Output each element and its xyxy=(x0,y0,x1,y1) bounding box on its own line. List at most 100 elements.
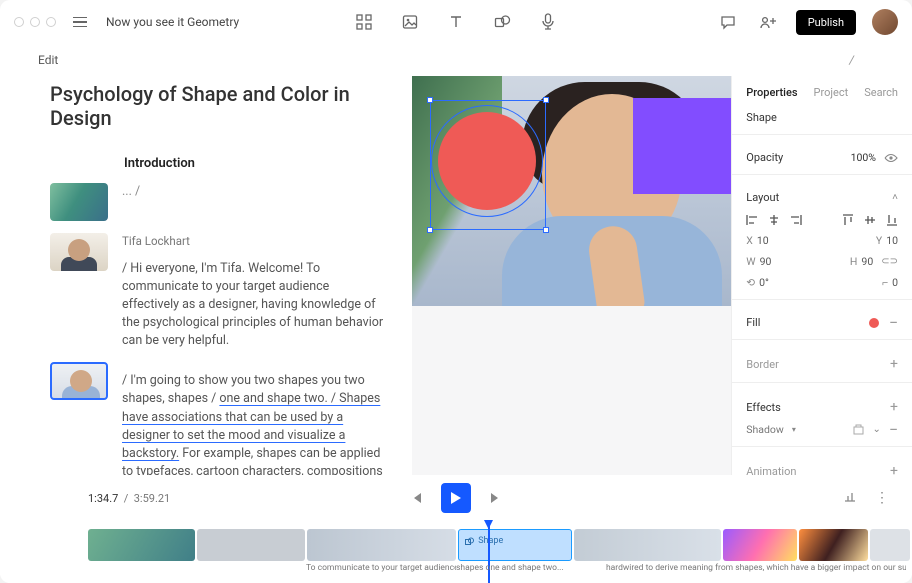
playhead[interactable] xyxy=(488,521,490,583)
timeline[interactable]: Shape To communicate to your target audi… xyxy=(0,521,912,583)
cursor-marker: ... / xyxy=(122,184,140,199)
align-bottom-icon[interactable] xyxy=(886,214,898,226)
align-right-icon[interactable] xyxy=(790,214,802,226)
chevron-down-icon[interactable]: ▾ xyxy=(792,425,796,434)
time-current: 1:34.7 xyxy=(88,492,118,505)
page-title: Psychology of Shape and Color in Design xyxy=(50,82,388,130)
corner-input[interactable]: 0 xyxy=(892,276,898,289)
time-total: 3:59.21 xyxy=(134,492,170,505)
share-icon[interactable] xyxy=(756,10,780,34)
toolbar-right: Publish xyxy=(716,9,898,35)
window-controls[interactable] xyxy=(14,17,56,27)
fill-section: Fill − xyxy=(732,299,912,339)
traffic-min[interactable] xyxy=(30,17,40,27)
x-input[interactable]: 10 xyxy=(757,234,769,247)
clip-thumb[interactable] xyxy=(50,233,108,271)
timeline-clip[interactable] xyxy=(723,529,797,561)
align-top-icon[interactable] xyxy=(842,214,854,226)
comment-icon[interactable] xyxy=(716,10,740,34)
border-section: Border + xyxy=(732,339,912,382)
mic-icon[interactable] xyxy=(536,10,560,34)
timeline-clip[interactable] xyxy=(799,529,869,561)
tab-search[interactable]: Search xyxy=(864,86,898,99)
timeline-captions: To communicate to your target audience..… xyxy=(88,563,912,573)
timeline-clip[interactable] xyxy=(197,529,304,561)
timeline-clip[interactable] xyxy=(870,529,910,561)
rotation-input[interactable]: 0° xyxy=(759,276,769,289)
align-center-h-icon[interactable] xyxy=(768,214,780,226)
app-window: Now you see it Geometry xyxy=(0,0,912,583)
rotate-icon: ⟲ xyxy=(746,276,755,289)
shape-section: Shape xyxy=(732,109,912,134)
opacity-label: Opacity xyxy=(746,151,783,164)
canvas[interactable] xyxy=(412,76,731,306)
edit-label[interactable]: Edit xyxy=(38,53,58,67)
shape-icon[interactable] xyxy=(490,10,514,34)
shape-circle-selected[interactable] xyxy=(438,112,536,210)
caption: To communicate to your target audience..… xyxy=(306,563,456,573)
effects-section: Effects + Shadow ▾ ⌄ − xyxy=(732,382,912,446)
play-bar: 1:34.7 / 3:59.21 ⋮ xyxy=(0,475,912,521)
text-icon[interactable] xyxy=(444,10,468,34)
menu-icon[interactable] xyxy=(68,10,92,34)
avatar[interactable] xyxy=(872,9,898,35)
clip-thumb-selected[interactable] xyxy=(50,362,108,400)
y-input[interactable]: 10 xyxy=(886,234,898,247)
inspector-tabs: Properties Project Search xyxy=(732,76,912,109)
clip-thumb[interactable] xyxy=(50,183,108,221)
opacity-section: Opacity 100% xyxy=(732,134,912,174)
border-label: Border xyxy=(746,358,779,371)
traffic-max[interactable] xyxy=(46,17,56,27)
effect-toggle-icon[interactable]: ⌄ xyxy=(872,424,880,435)
shadow-label[interactable]: Shadow xyxy=(746,423,784,436)
layout-grid-icon[interactable] xyxy=(352,10,376,34)
align-center-v-icon[interactable] xyxy=(864,214,876,226)
visibility-icon[interactable] xyxy=(884,153,898,163)
add-border-icon[interactable]: + xyxy=(890,356,898,372)
remove-effect-icon[interactable]: − xyxy=(889,426,898,434)
h-input[interactable]: 90 xyxy=(861,255,873,268)
effect-settings-icon[interactable] xyxy=(853,424,864,435)
inspector-panel: Properties Project Search Shape Opacity … xyxy=(731,76,912,475)
add-effect-icon[interactable]: + xyxy=(890,399,898,415)
publish-button[interactable]: Publish xyxy=(796,10,856,35)
timeline-clip[interactable] xyxy=(88,529,195,561)
script-block-3: / I'm going to show you two shapes you t… xyxy=(50,362,388,475)
edit-bar: Edit / xyxy=(0,44,912,76)
shape-square[interactable] xyxy=(633,98,731,194)
align-left-icon[interactable] xyxy=(746,214,758,226)
skip-forward-icon[interactable] xyxy=(489,491,503,505)
script-block-2: Tifa Lockhart / Hi everyone, I'm Tifa. W… xyxy=(50,233,388,350)
image-icon[interactable] xyxy=(398,10,422,34)
timeline-clip[interactable] xyxy=(307,529,456,561)
script-panel: Psychology of Shape and Color in Design … xyxy=(0,76,412,475)
tab-properties[interactable]: Properties xyxy=(746,86,797,99)
w-input[interactable]: 90 xyxy=(760,255,772,268)
script-block-1: ... / xyxy=(50,183,388,221)
chevron-up-icon[interactable]: ˄ xyxy=(892,192,898,203)
slash-command-hint[interactable]: / xyxy=(849,53,854,67)
shape-label: Shape xyxy=(746,111,898,124)
fill-swatch[interactable] xyxy=(869,318,879,328)
corner-icon: ⌐ xyxy=(882,276,888,289)
toolbar-center xyxy=(352,10,560,34)
link-icon[interactable]: ⊂⊃ xyxy=(881,256,898,267)
canvas-panel[interactable] xyxy=(412,76,731,475)
more-icon[interactable]: ⋮ xyxy=(875,490,890,506)
remove-fill-icon[interactable]: − xyxy=(889,319,898,327)
skip-back-icon[interactable] xyxy=(409,491,423,505)
layout-label: Layout xyxy=(746,191,779,204)
script-line[interactable]: / Hi everyone, I'm Tifa. Welcome! To com… xyxy=(122,260,388,351)
traffic-close[interactable] xyxy=(14,17,24,27)
timeline-clip[interactable] xyxy=(574,529,721,561)
caption: shapes one and shape two... xyxy=(456,563,572,573)
tab-project[interactable]: Project xyxy=(814,86,849,99)
script-line[interactable]: / I'm going to show you two shapes you t… xyxy=(122,372,388,475)
timeline-settings-icon[interactable] xyxy=(843,490,857,506)
opacity-value[interactable]: 100% xyxy=(851,151,876,164)
timeline-clip-selected[interactable]: Shape xyxy=(458,529,571,561)
layout-section: Layout ˄ X10 Y10 W90 xyxy=(732,174,912,299)
doc-title[interactable]: Now you see it Geometry xyxy=(106,15,239,29)
topbar: Now you see it Geometry xyxy=(0,0,912,44)
play-button[interactable] xyxy=(441,483,471,513)
